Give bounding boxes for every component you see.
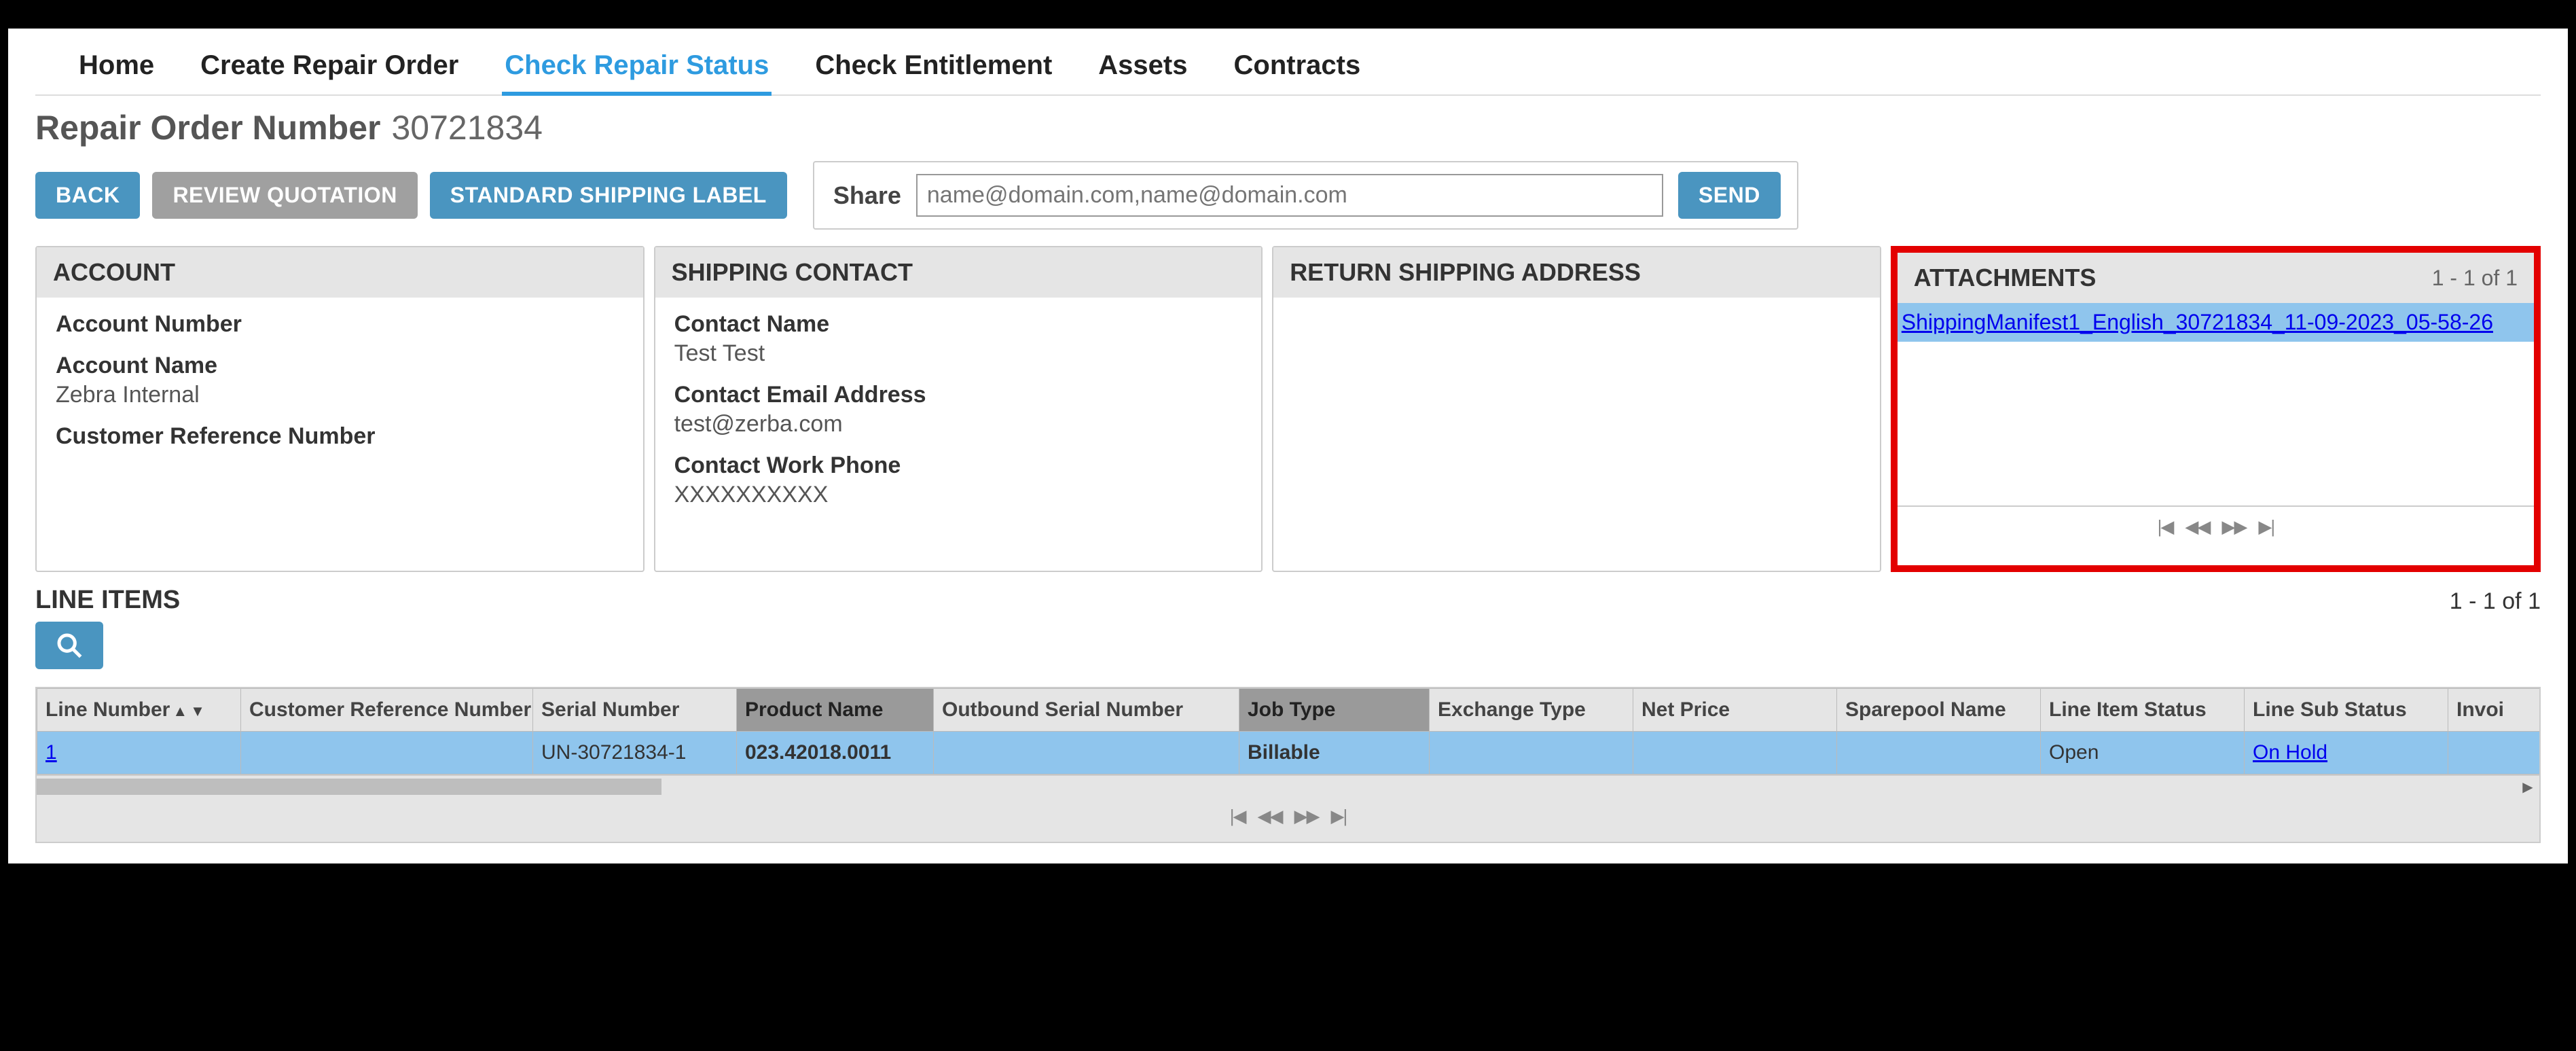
pager-last-icon[interactable]: ▶| — [1331, 806, 1347, 827]
account-number-label: Account Number — [56, 311, 624, 338]
title-label: Repair Order Number — [35, 108, 380, 147]
nav-home[interactable]: Home — [76, 49, 157, 82]
col-line-status[interactable]: Line Item Status — [2041, 689, 2245, 732]
pager-first-icon[interactable]: |◀ — [1230, 806, 1246, 827]
attachments-header: ATTACHMENTS 1 - 1 of 1 — [1898, 253, 2534, 303]
attachments-list: ShippingManifest1_English_30721834_11-09… — [1898, 303, 2534, 507]
attachments-title: ATTACHMENTS — [1914, 264, 2097, 292]
lineitems-grid: Line Number▲▼ Customer Reference Number … — [35, 687, 2541, 843]
account-header: ACCOUNT — [37, 247, 643, 298]
shipping-contact-panel: SHIPPING CONTACT Contact Name Test Test … — [654, 246, 1263, 572]
panels-row: ACCOUNT Account Number Account Name Zebr… — [35, 246, 2541, 572]
contact-name-label: Contact Name — [674, 311, 1243, 338]
pager-prev-icon[interactable]: ◀◀ — [2185, 516, 2209, 537]
nav-contracts[interactable]: Contracts — [1231, 49, 1364, 82]
contact-name-value: Test Test — [674, 340, 1243, 367]
nav-entitlement[interactable]: Check Entitlement — [812, 49, 1055, 82]
cell-product: 023.42018.0011 — [737, 732, 934, 774]
contact-phone-label: Contact Work Phone — [674, 452, 1243, 479]
cell-status: Open — [2041, 732, 2245, 774]
share-label: Share — [833, 181, 901, 210]
scroll-right-icon[interactable]: ▶ — [2516, 776, 2539, 798]
table-row[interactable]: 1 UN-30721834-1 023.42018.0011 Billable … — [37, 732, 2540, 774]
col-sparepool[interactable]: Sparepool Name — [1837, 689, 2041, 732]
col-product-name[interactable]: Product Name — [737, 689, 934, 732]
pager-last-icon[interactable]: ▶| — [2258, 516, 2274, 537]
top-nav: Home Create Repair Order Check Repair St… — [35, 35, 2541, 96]
attachments-pager: |◀ ◀◀ ▶▶ ▶| — [1898, 507, 2534, 547]
col-job-type[interactable]: Job Type — [1239, 689, 1430, 732]
col-customer-ref[interactable]: Customer Reference Number — [241, 689, 533, 732]
back-button[interactable]: BACK — [35, 172, 140, 219]
return-shipping-header: RETURN SHIPPING ADDRESS — [1273, 247, 1880, 298]
search-icon — [56, 632, 83, 659]
pager-prev-icon[interactable]: ◀◀ — [1258, 806, 1282, 827]
cell-outbound — [934, 732, 1239, 774]
search-button[interactable] — [35, 622, 103, 669]
col-line-number[interactable]: Line Number▲▼ — [37, 689, 241, 732]
share-input[interactable] — [916, 174, 1663, 217]
col-exchange-type[interactable]: Exchange Type — [1430, 689, 1633, 732]
review-quotation-button[interactable]: REVIEW QUOTATION — [152, 172, 417, 219]
cell-exchange — [1430, 732, 1633, 774]
sort-desc-icon: ▼ — [190, 702, 205, 719]
sort-asc-icon: ▲ — [173, 702, 187, 719]
shipping-contact-header: SHIPPING CONTACT — [655, 247, 1262, 298]
lineitems-pager: |◀ ◀◀ ▶▶ ▶| — [37, 796, 2539, 836]
cell-sparepool — [1837, 732, 2041, 774]
nav-status[interactable]: Check Repair Status — [502, 49, 772, 96]
grid-header-row: Line Number▲▼ Customer Reference Number … — [37, 689, 2540, 732]
cell-line-number[interactable]: 1 — [46, 741, 57, 764]
attachment-row[interactable]: ShippingManifest1_English_30721834_11-09… — [1898, 303, 2534, 342]
pager-next-icon[interactable]: ▶▶ — [2221, 516, 2246, 537]
cell-sub-status[interactable]: On Hold — [2253, 741, 2327, 764]
account-name-value: Zebra Internal — [56, 382, 624, 408]
send-button[interactable]: SEND — [1678, 172, 1781, 219]
pager-next-icon[interactable]: ▶▶ — [1294, 806, 1319, 827]
pager-first-icon[interactable]: |◀ — [2158, 516, 2173, 537]
col-invoice[interactable]: Invoi — [2448, 689, 2540, 732]
cell-cust-ref — [241, 732, 533, 774]
col-line-sub-status[interactable]: Line Sub Status — [2245, 689, 2448, 732]
page-title: Repair Order Number 30721834 — [35, 108, 2541, 147]
col-outbound-serial[interactable]: Outbound Serial Number — [934, 689, 1239, 732]
nav-assets[interactable]: Assets — [1095, 49, 1190, 82]
col-serial[interactable]: Serial Number — [533, 689, 737, 732]
contact-email-label: Contact Email Address — [674, 382, 1243, 408]
return-shipping-panel: RETURN SHIPPING ADDRESS — [1272, 246, 1881, 572]
cell-serial: UN-30721834-1 — [533, 732, 737, 774]
cell-invoice — [2448, 732, 2540, 774]
action-bar: BACK REVIEW QUOTATION STANDARD SHIPPING … — [35, 161, 2541, 230]
lineitems-header-row: LINE ITEMS 1 - 1 of 1 — [35, 586, 2541, 615]
title-number: 30721834 — [391, 108, 542, 147]
account-name-label: Account Name — [56, 353, 624, 379]
scroll-thumb[interactable] — [37, 779, 661, 795]
attachments-highlight: ATTACHMENTS 1 - 1 of 1 ShippingManifest1… — [1891, 246, 2541, 572]
lineitems-title: LINE ITEMS — [35, 586, 180, 615]
horizontal-scrollbar[interactable]: ◀ ▶ — [37, 774, 2539, 796]
account-panel: ACCOUNT Account Number Account Name Zebr… — [35, 246, 645, 572]
lineitems-count: 1 - 1 of 1 — [2450, 588, 2541, 615]
col-net-price[interactable]: Net Price — [1633, 689, 1837, 732]
nav-create[interactable]: Create Repair Order — [198, 49, 461, 82]
attachments-count: 1 - 1 of 1 — [2432, 266, 2518, 291]
standard-shipping-label-button[interactable]: STANDARD SHIPPING LABEL — [430, 172, 787, 219]
attachments-panel: ATTACHMENTS 1 - 1 of 1 ShippingManifest1… — [1898, 253, 2534, 565]
contact-email-value: test@zerba.com — [674, 411, 1243, 438]
cell-job-type: Billable — [1239, 732, 1430, 774]
cell-net-price — [1633, 732, 1837, 774]
contact-phone-value: XXXXXXXXXX — [674, 482, 1243, 508]
share-box: Share SEND — [813, 161, 1798, 230]
customer-ref-label: Customer Reference Number — [56, 423, 624, 450]
